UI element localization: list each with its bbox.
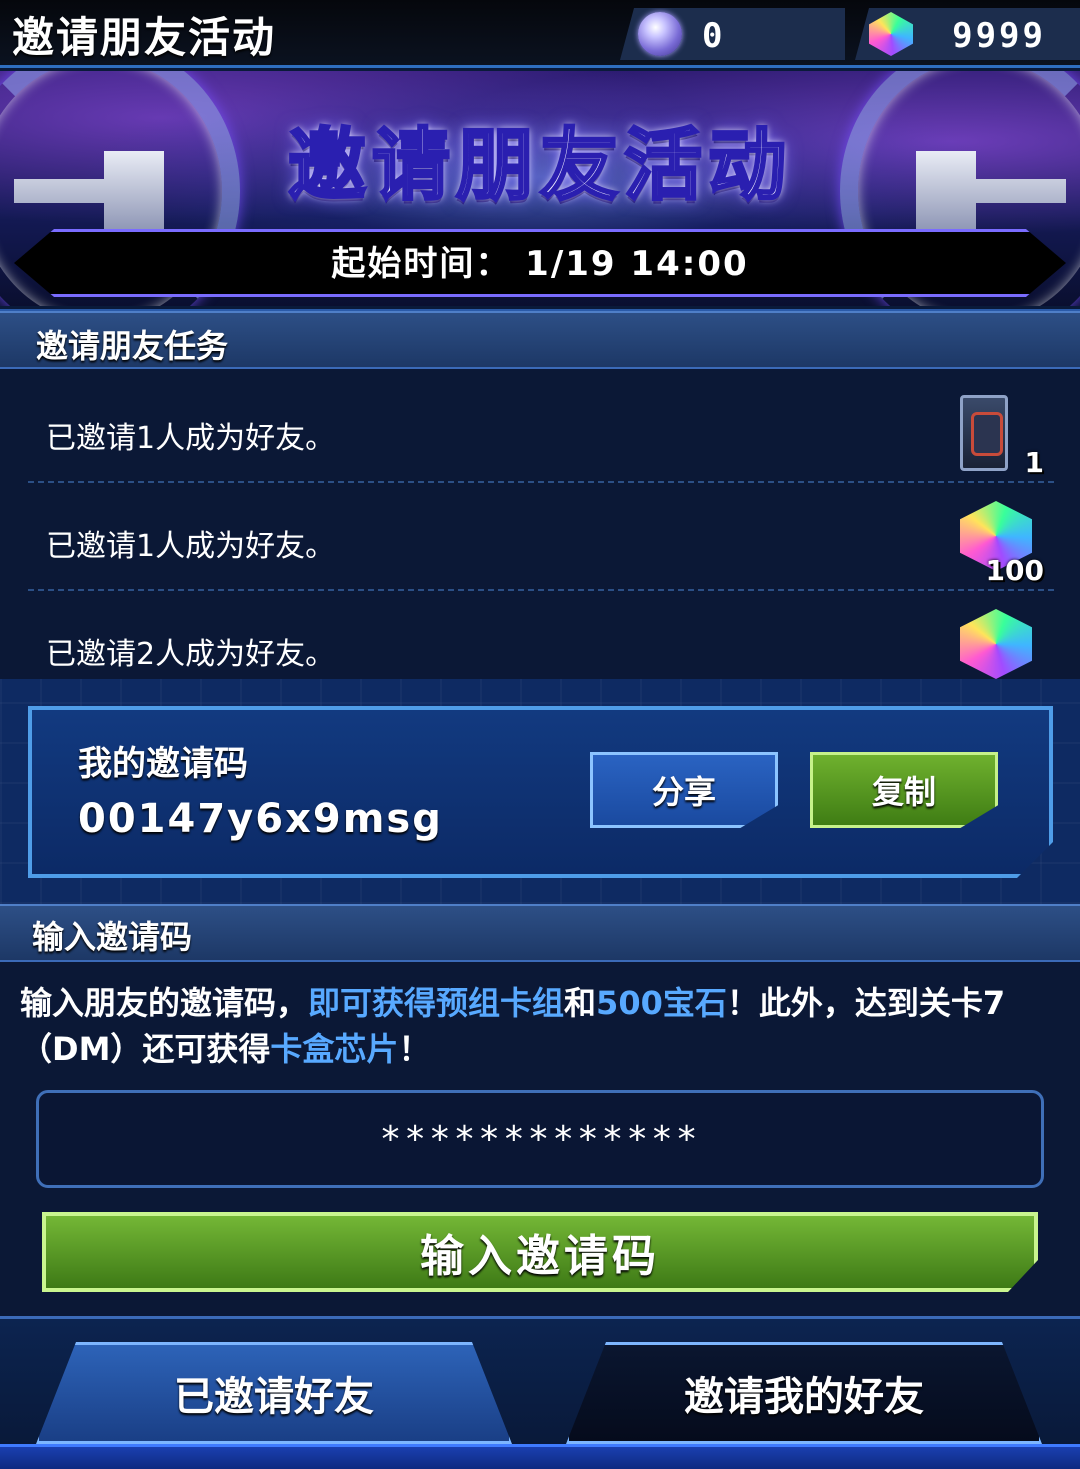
start-time-text: 起始时间： 1/19 14:00 (331, 244, 749, 284)
desc-highlight-deck: 即可获得预组卡组 (308, 984, 565, 1022)
currency-gem-counter[interactable]: 9999 (855, 8, 1080, 60)
banner-title: 邀请朋友活动 (286, 120, 792, 213)
top-bar: 邀请朋友活动 0 9999 (0, 0, 1080, 68)
orb-count: 0 (702, 16, 726, 56)
task-reward[interactable]: 1 (954, 393, 1044, 479)
orb-icon (638, 12, 682, 56)
task-text: 已邀请1人成为好友。 (46, 529, 336, 564)
task-row: 已邀请1人成为好友。 100 (28, 483, 1054, 591)
tasks-panel: 邀请朋友任务 已邀请1人成为好友。 1 已邀请1人成为好友。 100 已邀请2人… (0, 309, 1080, 679)
bottom-strip (0, 1444, 1080, 1469)
share-button[interactable]: 分享 (590, 752, 778, 828)
tasks-header: 邀请朋友任务 (0, 311, 1080, 369)
gem-icon (869, 12, 913, 56)
submit-invite-code-button[interactable]: 输入邀请码 (42, 1212, 1038, 1292)
gem-icon (960, 609, 1032, 679)
card-deck-icon (960, 395, 1008, 471)
enter-code-description: 输入朋友的邀请码，即可获得预组卡组和500宝石！此外，达到关卡7（DM）还可获得… (20, 980, 1060, 1072)
desc-text: 和 (564, 984, 597, 1022)
task-row: 已邀请2人成为好友。 (28, 591, 1054, 680)
task-text: 已邀请2人成为好友。 (46, 637, 336, 672)
invite-code-input[interactable] (36, 1090, 1044, 1188)
task-list[interactable]: 已邀请1人成为好友。 1 已邀请1人成为好友。 100 已邀请2人成为好友。 (0, 375, 1080, 680)
tab-invite-my-friends[interactable]: 邀请我的好友 (566, 1342, 1042, 1444)
task-text: 已邀请1人成为好友。 (46, 421, 336, 456)
desc-text: ！ (398, 1030, 431, 1068)
desc-text: 输入朋友的邀请码， (20, 984, 309, 1022)
tasks-header-label: 邀请朋友任务 (36, 327, 229, 365)
currency-orb-counter[interactable]: 0 (620, 8, 845, 60)
enter-code-header: 输入邀请码 (0, 904, 1080, 962)
tab-invited-friends[interactable]: 已邀请好友 (36, 1342, 512, 1444)
task-row: 已邀请1人成为好友。 1 (28, 375, 1054, 483)
copy-button[interactable]: 复制 (810, 752, 998, 828)
desc-highlight-gems: 500宝石 (596, 984, 727, 1022)
reward-quantity: 100 (985, 554, 1044, 587)
reward-quantity: 1 (1024, 446, 1044, 479)
gem-count: 9999 (952, 16, 1046, 56)
page-title: 邀请朋友活动 (12, 13, 277, 62)
desc-highlight-chips: 卡盒芯片 (270, 1030, 399, 1068)
my-code-value: 00147y6x9msg (78, 796, 443, 842)
my-code-label: 我的邀请码 (78, 744, 248, 784)
task-reward[interactable]: 100 (954, 501, 1044, 587)
task-reward[interactable] (954, 609, 1044, 680)
enter-code-header-label: 输入邀请码 (32, 918, 193, 956)
